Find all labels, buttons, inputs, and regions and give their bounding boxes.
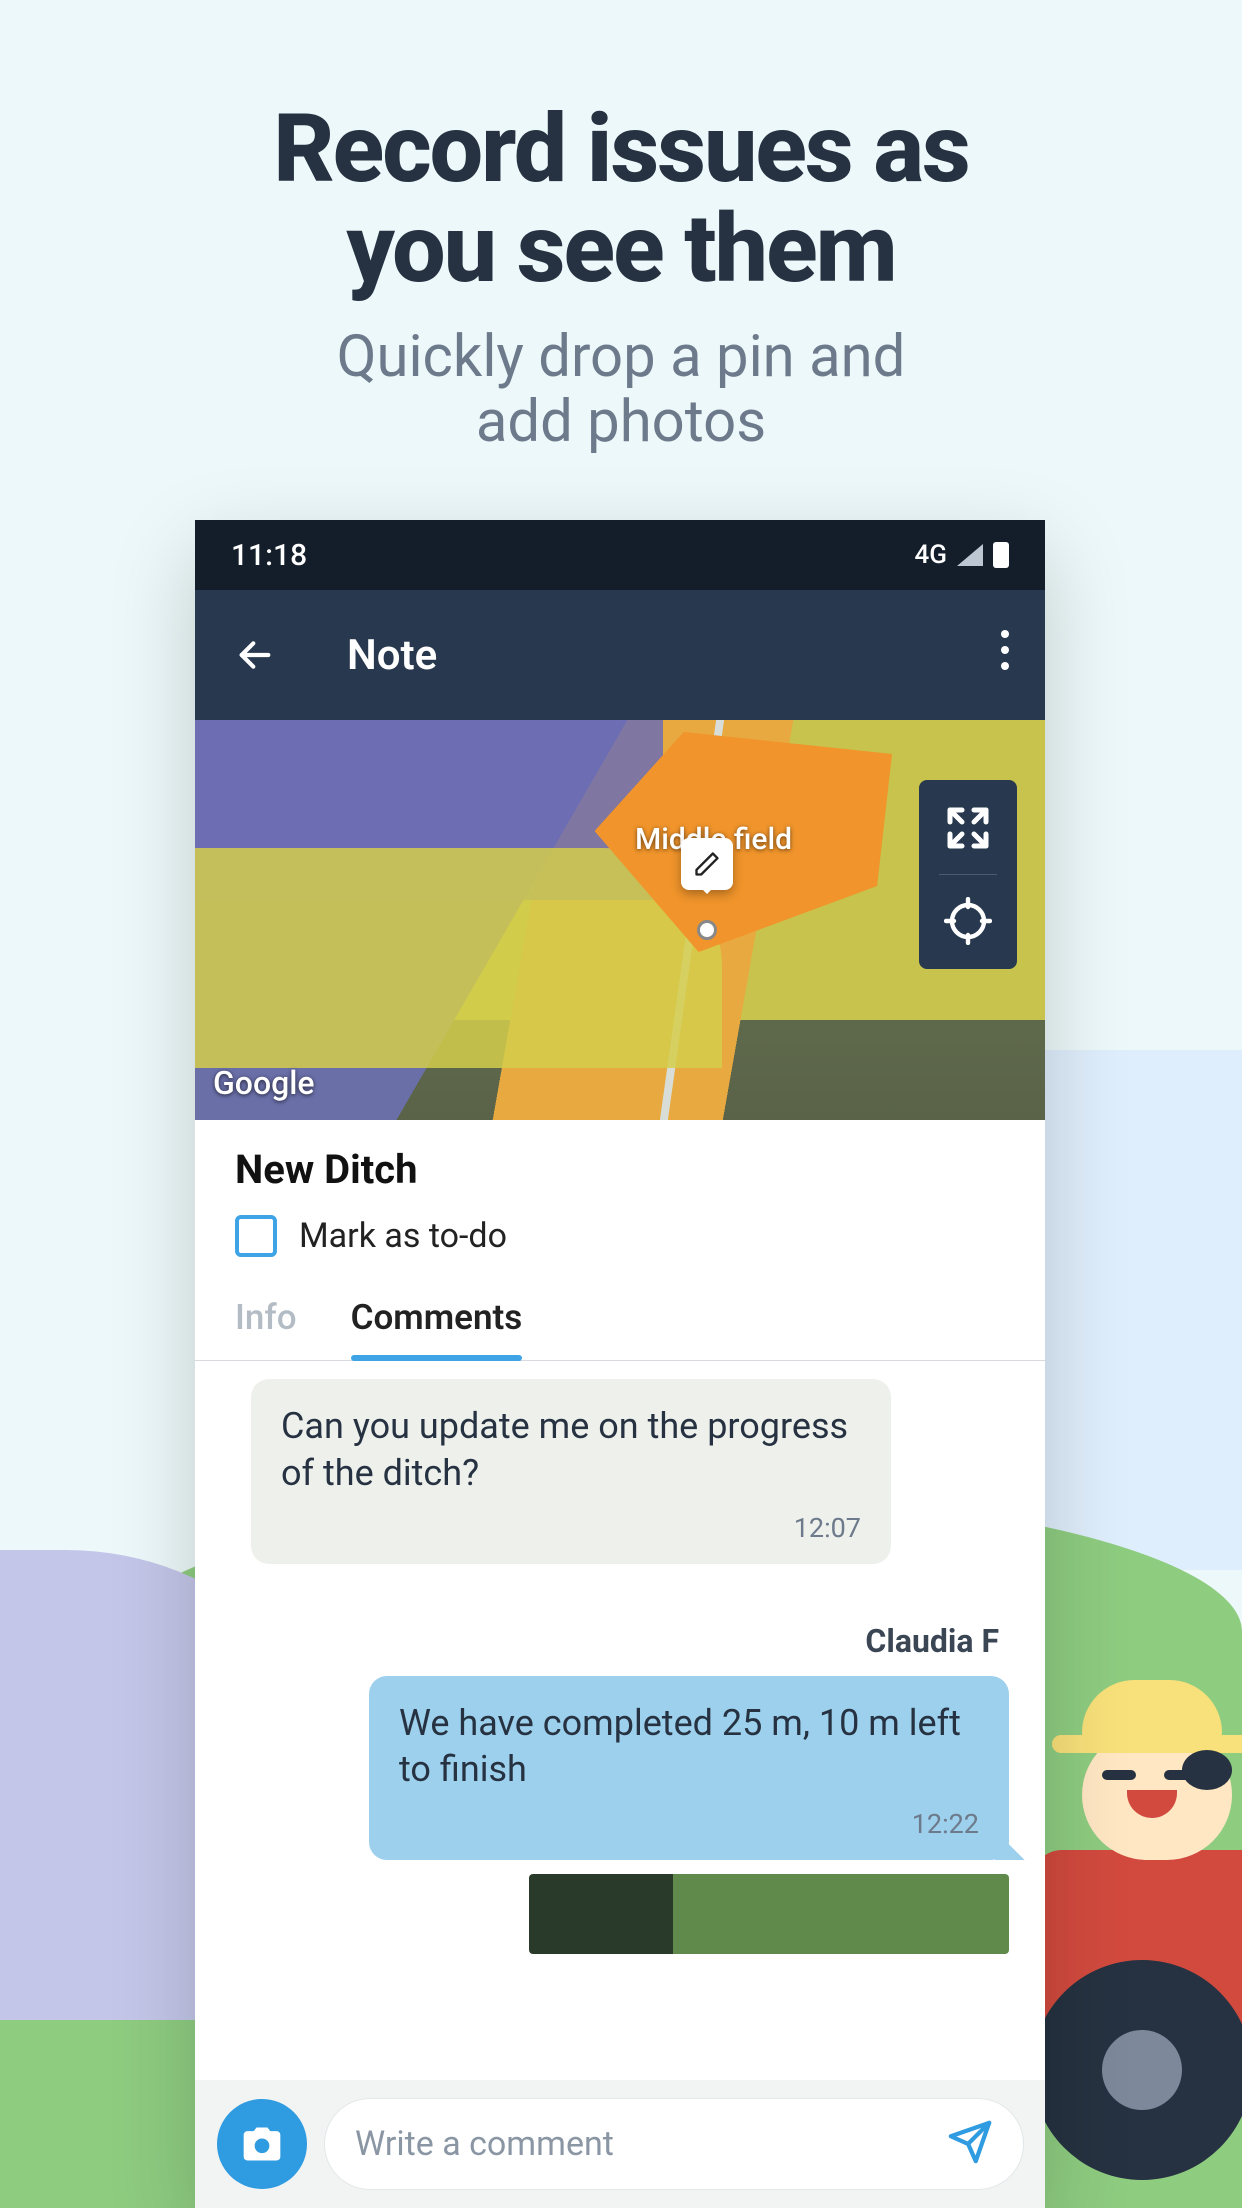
tab-comments[interactable]: Comments — [351, 1297, 523, 1360]
map-controls — [919, 780, 1017, 969]
promo-title: Record issues as you see them — [0, 100, 1242, 300]
send-icon — [947, 2119, 993, 2165]
app-bar-title: Note — [347, 631, 437, 680]
comment-text: Can you update me on the progress of the… — [281, 1405, 848, 1494]
note-title: New Ditch — [235, 1146, 1005, 1193]
tabs: Info Comments — [195, 1267, 1045, 1361]
crosshair-icon — [944, 897, 992, 945]
battery-icon — [993, 542, 1009, 568]
promo-subtitle: Quickly drop a pin and add photos — [0, 325, 1242, 455]
back-button[interactable] — [231, 631, 279, 679]
app-bar: Note — [195, 590, 1045, 720]
expand-icon — [944, 804, 992, 852]
status-network: 4G — [915, 540, 948, 570]
comments-thread: Can you update me on the progress of the… — [195, 1361, 1045, 1954]
comment-input[interactable]: Write a comment — [325, 2099, 1023, 2189]
signal-icon — [957, 544, 983, 566]
comment-bubble: We have completed 25 m, 10 m left to fin… — [369, 1676, 1009, 1861]
arrow-left-icon — [235, 635, 275, 675]
map-pin[interactable] — [681, 838, 733, 890]
status-time: 11:18 — [231, 538, 307, 573]
pencil-icon — [693, 850, 721, 878]
comment-placeholder: Write a comment — [355, 2124, 947, 2164]
comment-text: We have completed 25 m, 10 m left to fin… — [399, 1702, 961, 1791]
camera-icon — [240, 2122, 284, 2166]
comment-time: 12:22 — [399, 1807, 979, 1842]
map-view[interactable]: Middle field Google — [195, 720, 1045, 1120]
comment-time: 12:07 — [281, 1511, 861, 1546]
map-provider-label: Google — [213, 1064, 315, 1102]
map-pin-anchor — [697, 920, 717, 940]
status-bar: 11:18 4G — [195, 520, 1045, 590]
tab-info[interactable]: Info — [235, 1297, 297, 1360]
comment-sender: Claudia F — [221, 1622, 999, 1660]
fullscreen-button[interactable] — [944, 804, 992, 852]
todo-label: Mark as to-do — [299, 1216, 507, 1256]
locate-button[interactable] — [944, 897, 992, 945]
phone-frame: 11:18 4G Note Middle field — [195, 520, 1045, 2208]
camera-button[interactable] — [217, 2099, 307, 2189]
comment-attachment-thumb[interactable] — [529, 1874, 1009, 1954]
comment-bubble: Can you update me on the progress of the… — [251, 1379, 891, 1564]
overflow-menu-button[interactable] — [1001, 630, 1009, 670]
mark-todo-row[interactable]: Mark as to-do — [235, 1215, 1005, 1257]
comment-composer: Write a comment — [195, 2080, 1045, 2208]
send-button[interactable] — [947, 2119, 993, 2169]
todo-checkbox[interactable] — [235, 1215, 277, 1257]
